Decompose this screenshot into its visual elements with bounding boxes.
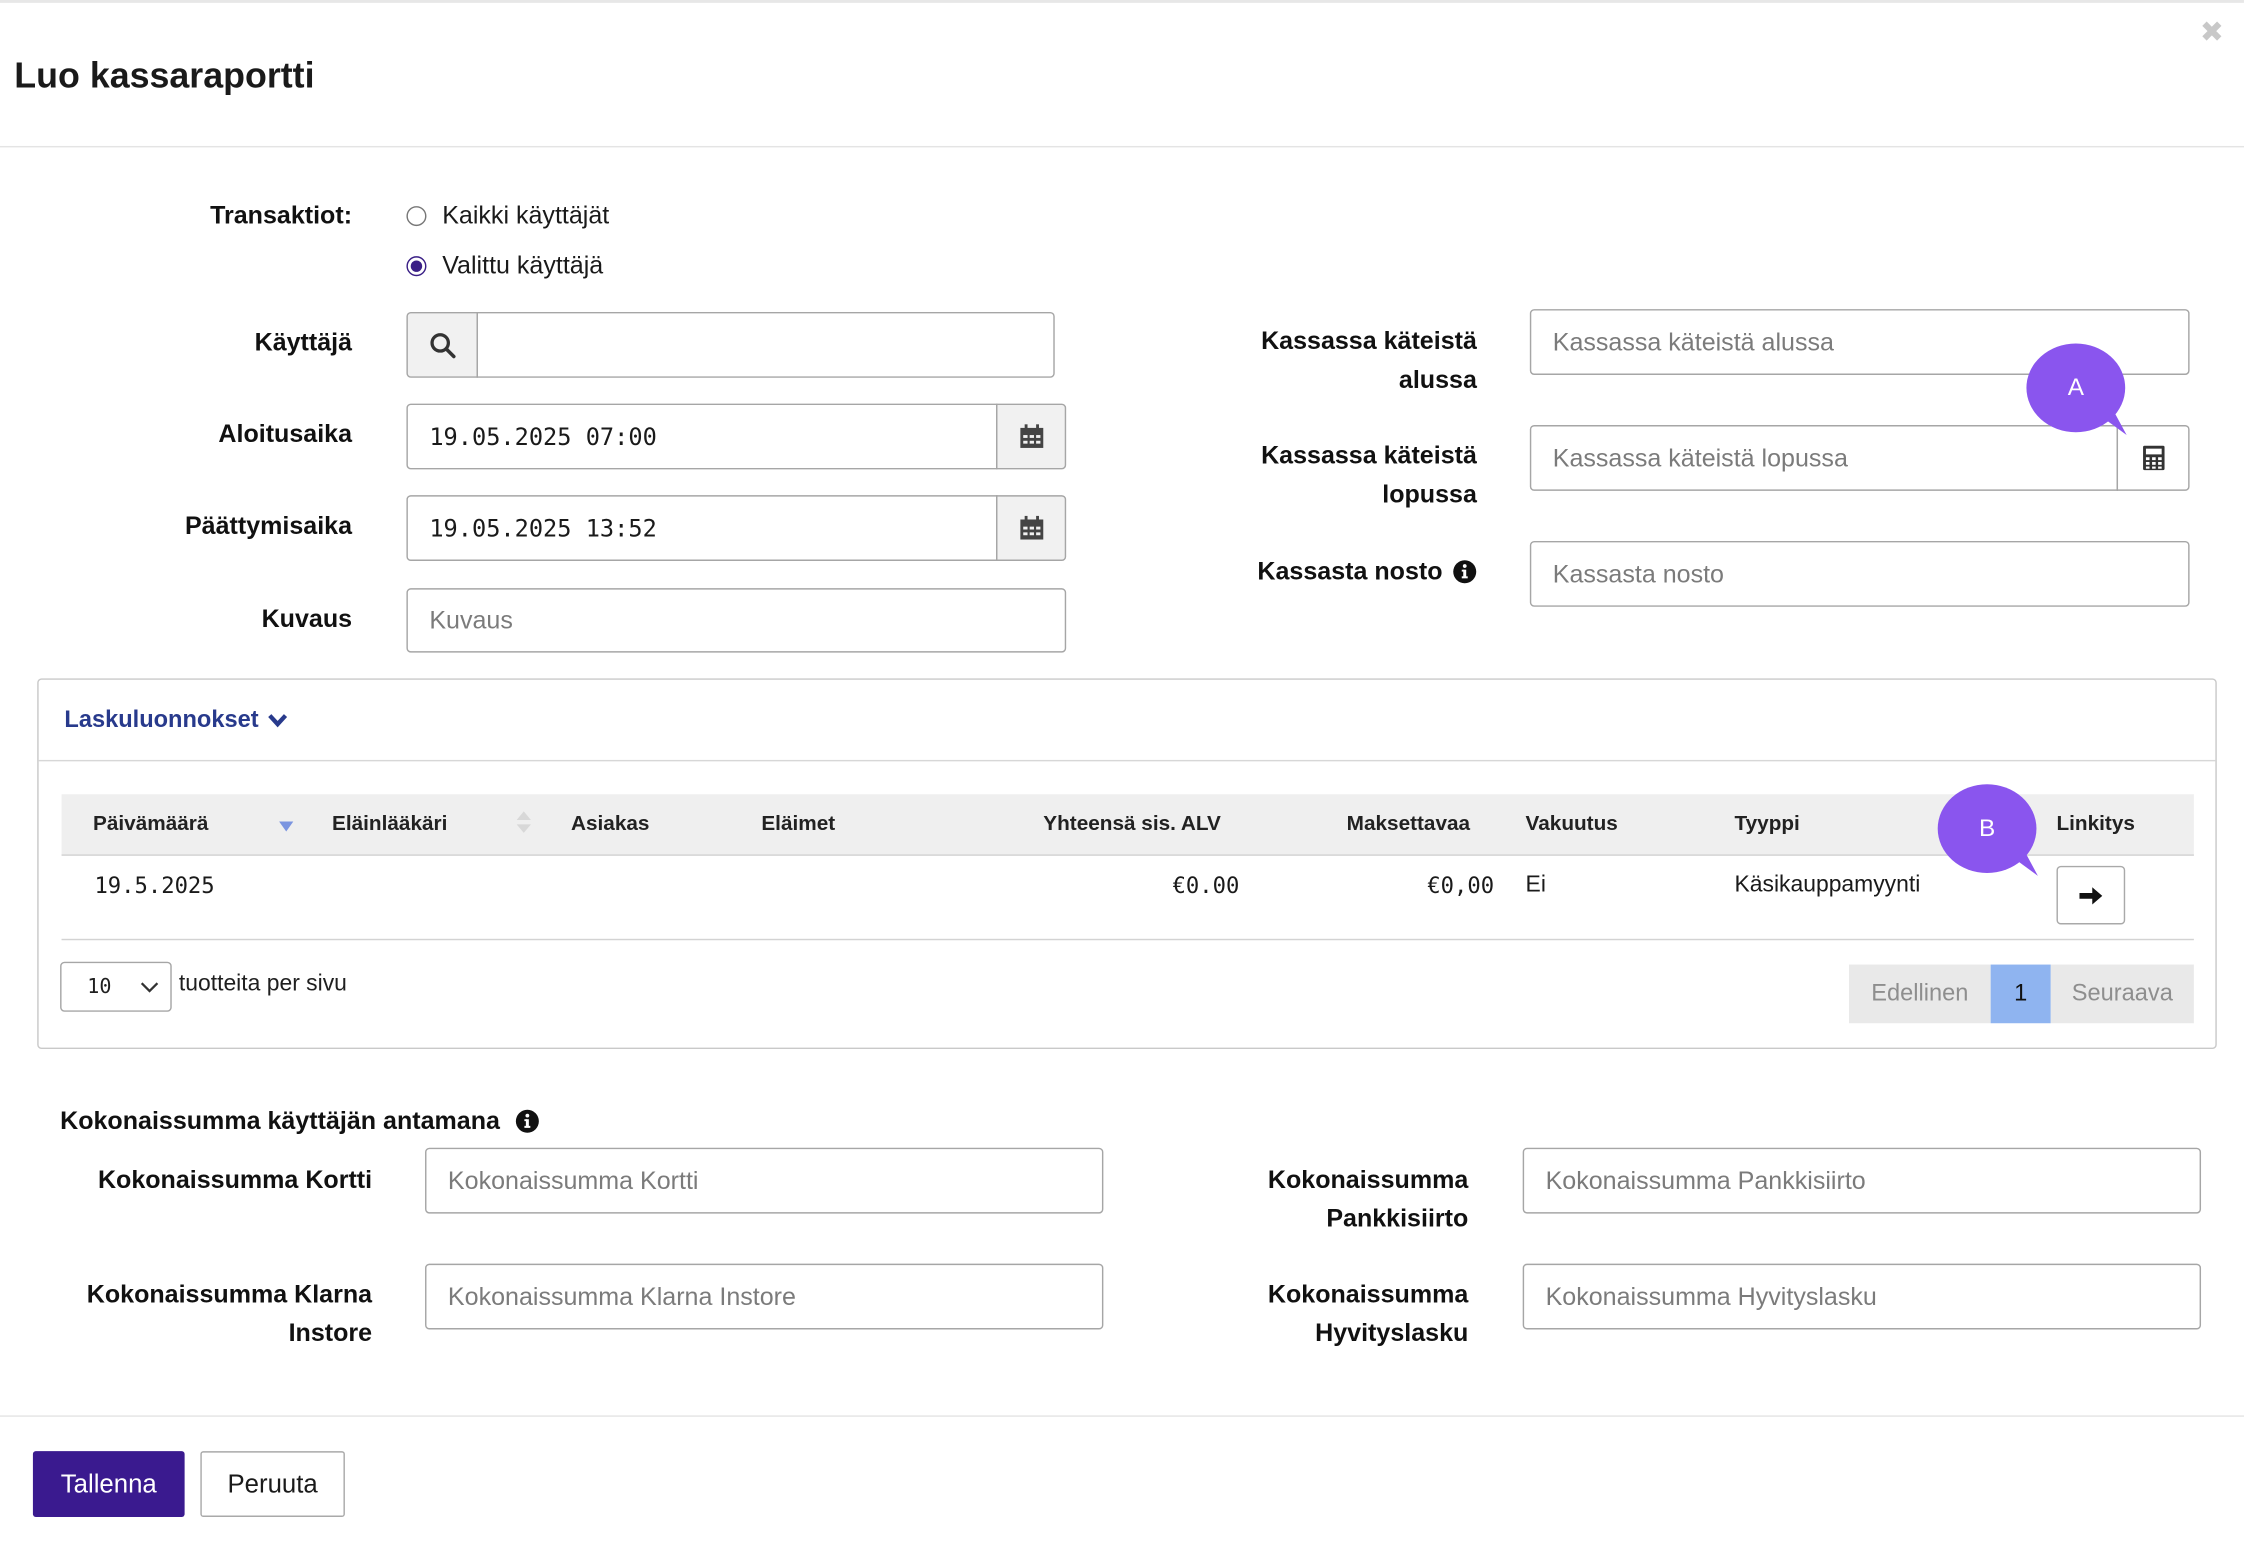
radio-label: Kaikki käyttäjät — [442, 200, 610, 229]
radio-label: Valittu käyttäjä — [442, 250, 604, 280]
credit-total-label: Kokonaissumma Hyvityslasku — [1202, 1275, 1468, 1352]
column-customer: Asiakas — [571, 812, 650, 836]
next-page-button[interactable]: Seuraava — [2050, 964, 2194, 1024]
save-button[interactable]: Tallenna — [32, 1451, 185, 1517]
page-size-value: 10 — [87, 975, 112, 999]
drafts-toggle[interactable]: Laskuluonnokset — [64, 707, 287, 734]
column-insurance: Vakuutus — [1525, 812, 1618, 836]
transactions-label: Transaktiot: — [210, 200, 353, 229]
card-total-label: Kokonaissumma Kortti — [97, 1164, 373, 1194]
sort-desc-icon[interactable] — [279, 821, 294, 832]
page-size-select[interactable]: 10 — [60, 961, 172, 1012]
label-line: Kokonaissumma — [1267, 1164, 1469, 1194]
column-payable: Maksettavaa — [1346, 812, 1471, 836]
end-time-label: Päättymisaika — [184, 510, 353, 540]
bank-total-label: Kokonaissumma Pankkisiirto — [1202, 1161, 1468, 1238]
column-date[interactable]: Päivämäärä — [93, 813, 208, 836]
arrow-right-icon — [2078, 886, 2102, 904]
page-size-label: tuotteita per sivu — [178, 971, 347, 997]
bank-total-input[interactable]: Kokonaissumma Pankkisiirto — [1522, 1147, 2202, 1214]
cell-insurance: Ei — [1525, 872, 1546, 898]
cash-start-label: Kassassa käteistä alussa — [1202, 322, 1477, 399]
totals-heading-text: Kokonaissumma käyttäjän antamana — [60, 1106, 500, 1135]
annotation-label: B — [1937, 784, 2037, 873]
chevron-down-icon — [267, 714, 287, 728]
label-line: Kassassa käteistä — [1261, 440, 1477, 470]
start-time-label: Aloitusaika — [218, 419, 353, 448]
drafts-title[interactable]: Laskuluonnokset — [64, 707, 258, 734]
sort-icon[interactable] — [516, 810, 531, 836]
annotation-a: A — [2026, 343, 2140, 446]
annotation-b: B — [1937, 784, 2052, 887]
label-line: Instore — [288, 1318, 373, 1347]
withdrawal-label: Kassasta nosto — [1202, 552, 1477, 591]
user-label: Käyttäjä — [254, 327, 353, 357]
prev-page-button[interactable]: Edellinen — [1848, 964, 1991, 1024]
label-text: Kassasta nosto — [1257, 556, 1443, 586]
radio-button[interactable] — [406, 255, 427, 276]
totals-heading: Kokonaissumma käyttäjän antamana — [60, 1102, 540, 1141]
info-icon[interactable] — [1453, 560, 1477, 584]
withdrawal-input[interactable]: Kassasta nosto — [1529, 540, 2190, 607]
calendar-icon[interactable] — [996, 495, 1067, 561]
cell-total: €0.00 — [1172, 872, 1240, 899]
panel-divider — [38, 759, 2216, 762]
footer-divider — [0, 1415, 2244, 1417]
cash-end-label: Kassassa käteistä lopussa — [1202, 436, 1477, 513]
label-line: lopussa — [1382, 479, 1477, 509]
cell-payable: €0,00 — [1427, 872, 1495, 899]
label-line: Pankkisiirto — [1326, 1203, 1469, 1233]
end-time-input[interactable]: 19.05.2025 13:52 — [406, 495, 998, 561]
top-border — [0, 0, 2244, 3]
klarna-total-input[interactable]: Kokonaissumma Klarna Instore — [425, 1263, 1104, 1330]
column-total: Yhteensä sis. ALV — [1043, 812, 1221, 836]
label-line: Kassassa käteistä — [1261, 326, 1477, 355]
info-icon[interactable] — [516, 1109, 540, 1133]
klarna-total-label: Kokonaissumma Klarna Instore — [57, 1275, 372, 1352]
radio-button[interactable] — [406, 205, 427, 226]
header-divider — [0, 145, 2244, 148]
user-search-input[interactable] — [476, 311, 1055, 378]
search-icon[interactable] — [406, 311, 478, 378]
column-link: Linkitys — [2056, 812, 2135, 836]
link-button[interactable] — [2056, 865, 2126, 925]
cell-date: 19.5.2025 — [94, 872, 215, 899]
description-input[interactable]: Kuvaus — [406, 588, 1067, 653]
column-type: Tyyppi — [1734, 812, 1800, 836]
column-vet[interactable]: Eläinlääkäri — [332, 813, 447, 836]
credit-total-input[interactable]: Kokonaissumma Hyvityslasku — [1522, 1263, 2202, 1330]
label-line: Kokonaissumma — [1267, 1279, 1469, 1309]
column-animals: Eläimet — [761, 812, 836, 836]
description-label: Kuvaus — [261, 603, 353, 633]
calendar-icon[interactable] — [996, 403, 1067, 470]
label-line: alussa — [1398, 364, 1477, 394]
radio-all-users[interactable]: Kaikki käyttäjät — [406, 200, 609, 230]
page-1-button[interactable]: 1 — [1990, 964, 2051, 1024]
chevron-down-icon — [140, 981, 159, 992]
card-total-input[interactable]: Kokonaissumma Kortti — [425, 1147, 1104, 1214]
annotation-label: A — [2026, 343, 2126, 433]
radio-selected-user[interactable]: Valittu käyttäjä — [406, 250, 603, 280]
cell-type: Käsikauppamyynti — [1734, 872, 1921, 898]
table-header: Päivämäärä Eläinlääkäri Asiakas Eläimet … — [61, 794, 2194, 856]
cancel-button[interactable]: Peruuta — [200, 1451, 345, 1517]
start-time-input[interactable]: 19.05.2025 07:00 — [406, 403, 998, 470]
label-line: Hyvityslasku — [1315, 1318, 1469, 1347]
close-icon[interactable]: ✖ — [2200, 14, 2224, 50]
dialog-title: Luo kassaraportti — [14, 55, 315, 96]
label-line: Kokonaissumma Klarna — [86, 1279, 373, 1309]
